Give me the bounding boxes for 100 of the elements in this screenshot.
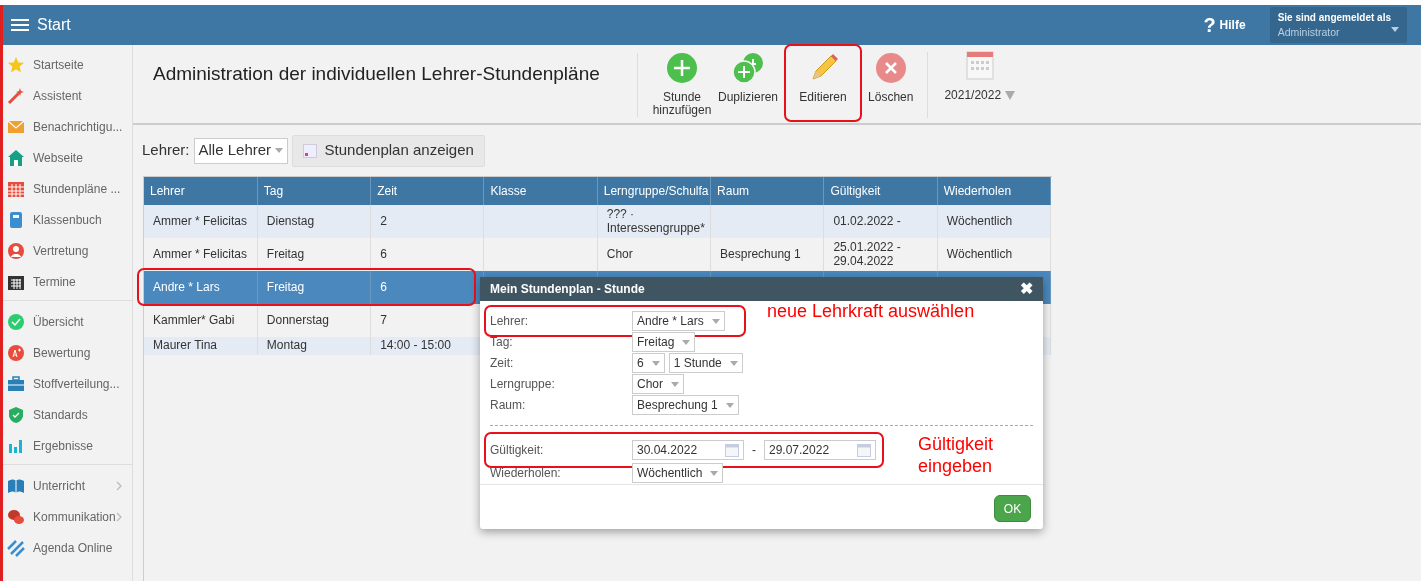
table-cell: 01.02.2022 - (823, 205, 938, 238)
dropdown[interactable]: Wöchentlich (632, 463, 724, 483)
dropdown[interactable]: 6 (632, 353, 665, 373)
sidebar-item[interactable]: Unterricht (3, 470, 132, 501)
close-circle-icon (874, 52, 907, 84)
toolbar-button[interactable]: Editieren (792, 48, 855, 122)
table-cell: Dienstag (257, 205, 371, 238)
caret-icon (1005, 90, 1016, 100)
column-header[interactable]: Raum (710, 177, 824, 205)
year-dropdown[interactable]: 2021/2022 (938, 48, 1022, 122)
table-cell: Freitag (257, 238, 371, 271)
caret-icon (710, 470, 719, 476)
stripes-icon (7, 538, 25, 557)
date-field[interactable]: 29.07.2022 (764, 440, 876, 460)
sidebar-item[interactable]: Webseite (3, 142, 132, 173)
user-name: Administrator (1277, 24, 1341, 40)
filter-label: Lehrer: (142, 140, 190, 161)
sidebar-item[interactable]: Stundenpläne ... (3, 173, 132, 204)
sidebar-item[interactable]: Startseite (3, 49, 132, 80)
field-label: Wiederholen: (490, 465, 562, 482)
table-cell: Wöchentlich (937, 238, 1051, 271)
shield-icon (7, 405, 25, 424)
sidebar-item[interactable]: Bewertung (3, 337, 132, 368)
sidebar-item[interactable]: Ergebnisse (3, 430, 132, 461)
dialog-title: Mein Stundenplan - Stunde (490, 281, 645, 298)
table-cell: Andre * Lars (144, 271, 258, 304)
teacher-dropdown[interactable]: Alle Lehrer (193, 137, 288, 164)
column-header[interactable]: Wiederholen (937, 177, 1051, 205)
dropdown[interactable]: Andre * Lars (632, 311, 725, 331)
table-cell: Chor (597, 238, 711, 271)
user-caption: Sie sind angemeldet als (1277, 10, 1391, 25)
field-label: Lehrer: (490, 313, 530, 330)
column-header[interactable]: Klasse (483, 177, 598, 205)
column-header[interactable]: Tag (257, 177, 371, 205)
column-header[interactable]: Zeit (370, 177, 484, 205)
calendar-icon (725, 443, 739, 457)
caret-icon (725, 402, 734, 408)
table-cell: Besprechung 1 (710, 238, 824, 271)
table-cell: Freitag (257, 271, 371, 304)
app-title: Start (37, 15, 71, 35)
table-cell: Montag (257, 337, 371, 355)
table-cell: 2 (370, 205, 484, 238)
chevron-icon (116, 511, 122, 522)
toolbar-button[interactable]: Löschen (862, 48, 920, 122)
date-field[interactable]: 30.04.2022 (632, 440, 744, 460)
table-cell: 6 (370, 238, 484, 271)
dropdown[interactable]: Chor (632, 374, 684, 394)
caret-icon (1391, 26, 1399, 32)
grade-circle-icon (7, 343, 25, 362)
sidebar-item[interactable]: Benachrichtigu... (3, 111, 132, 142)
close-icon[interactable]: ✖ (1020, 277, 1033, 301)
person-icon (7, 241, 25, 260)
show-timetable-button[interactable]: Stundenplan anzeigen (291, 134, 485, 167)
book-icon (7, 210, 25, 229)
table-cell: Wöchentlich (937, 205, 1051, 238)
sidebar-item[interactable]: Standards (3, 399, 132, 430)
sidebar-item[interactable]: Übersicht (3, 306, 132, 337)
table-row[interactable]: Ammer * Felicitas Dienstag 2 ??? · Interessengruppe* 01.02.2022 - Wöchentlich (144, 205, 1051, 238)
table-cell: Ammer * Felicitas (144, 205, 258, 238)
caret-icon (671, 381, 679, 387)
table-cell: 6 (370, 271, 484, 304)
sidebar-item[interactable]: Stoffverteilung... (3, 368, 132, 399)
sidebar-item[interactable]: Agenda Online (3, 532, 132, 563)
user-menu[interactable]: Sie sind angemeldet als Administrator (1269, 6, 1407, 44)
chevron-icon (116, 480, 122, 491)
sidebar-item[interactable]: Vertretung (3, 235, 132, 266)
briefcase-icon (7, 374, 25, 393)
check-circle-icon (7, 312, 25, 331)
dropdown[interactable]: Freitag (632, 332, 696, 352)
help-link[interactable]: Hilfe (1219, 16, 1246, 34)
field-label: Zeit: (490, 355, 515, 372)
column-header[interactable]: Lehrer (144, 177, 258, 205)
sidebar-item[interactable]: Klassenbuch (3, 204, 132, 235)
sidebar-item[interactable]: Termine (3, 266, 132, 297)
dropdown[interactable]: Besprechung 1 (632, 395, 739, 415)
calendar-icon (302, 143, 317, 158)
house-icon (7, 148, 25, 167)
field-label: Raum: (490, 397, 527, 414)
caret-icon (274, 148, 283, 153)
column-header[interactable]: Lerngruppe/Schulfa (597, 177, 711, 205)
sidebar-item[interactable]: Kommunikation (3, 501, 132, 532)
field-label: Lerngruppe: (490, 376, 556, 393)
toolbar-button[interactable]: Duplizieren (712, 48, 785, 122)
table-cell: Donnerstag (257, 304, 371, 337)
ok-button[interactable]: OK (994, 495, 1031, 522)
caret-icon (711, 318, 720, 324)
star-icon (7, 55, 25, 74)
help-icon[interactable]: ? (1203, 10, 1216, 40)
sidebar-item[interactable]: Assistent (3, 80, 132, 111)
field-label: Tag: (490, 334, 514, 351)
annotation-text: Gültigkeit eingeben (918, 434, 995, 478)
table-cell: Maurer Tina (144, 337, 258, 355)
menu-icon[interactable] (11, 18, 29, 32)
table-row[interactable]: Ammer * Felicitas Freitag 6 Chor Besprechung 1 25.01.2022 - 29.04.2022 Wöchentlich (144, 238, 1051, 271)
column-header[interactable]: Gültigkeit (823, 177, 938, 205)
plus-circle-icon (666, 52, 698, 84)
page-title: Administration der individuellen Lehrer-Stundenpläne (152, 62, 601, 86)
dropdown[interactable]: 1 Stunde (668, 353, 743, 373)
toolbar-button[interactable]: Stunde hinzufügen (652, 48, 712, 122)
annotation-text: neue Lehrkraft auswählen (767, 301, 975, 323)
